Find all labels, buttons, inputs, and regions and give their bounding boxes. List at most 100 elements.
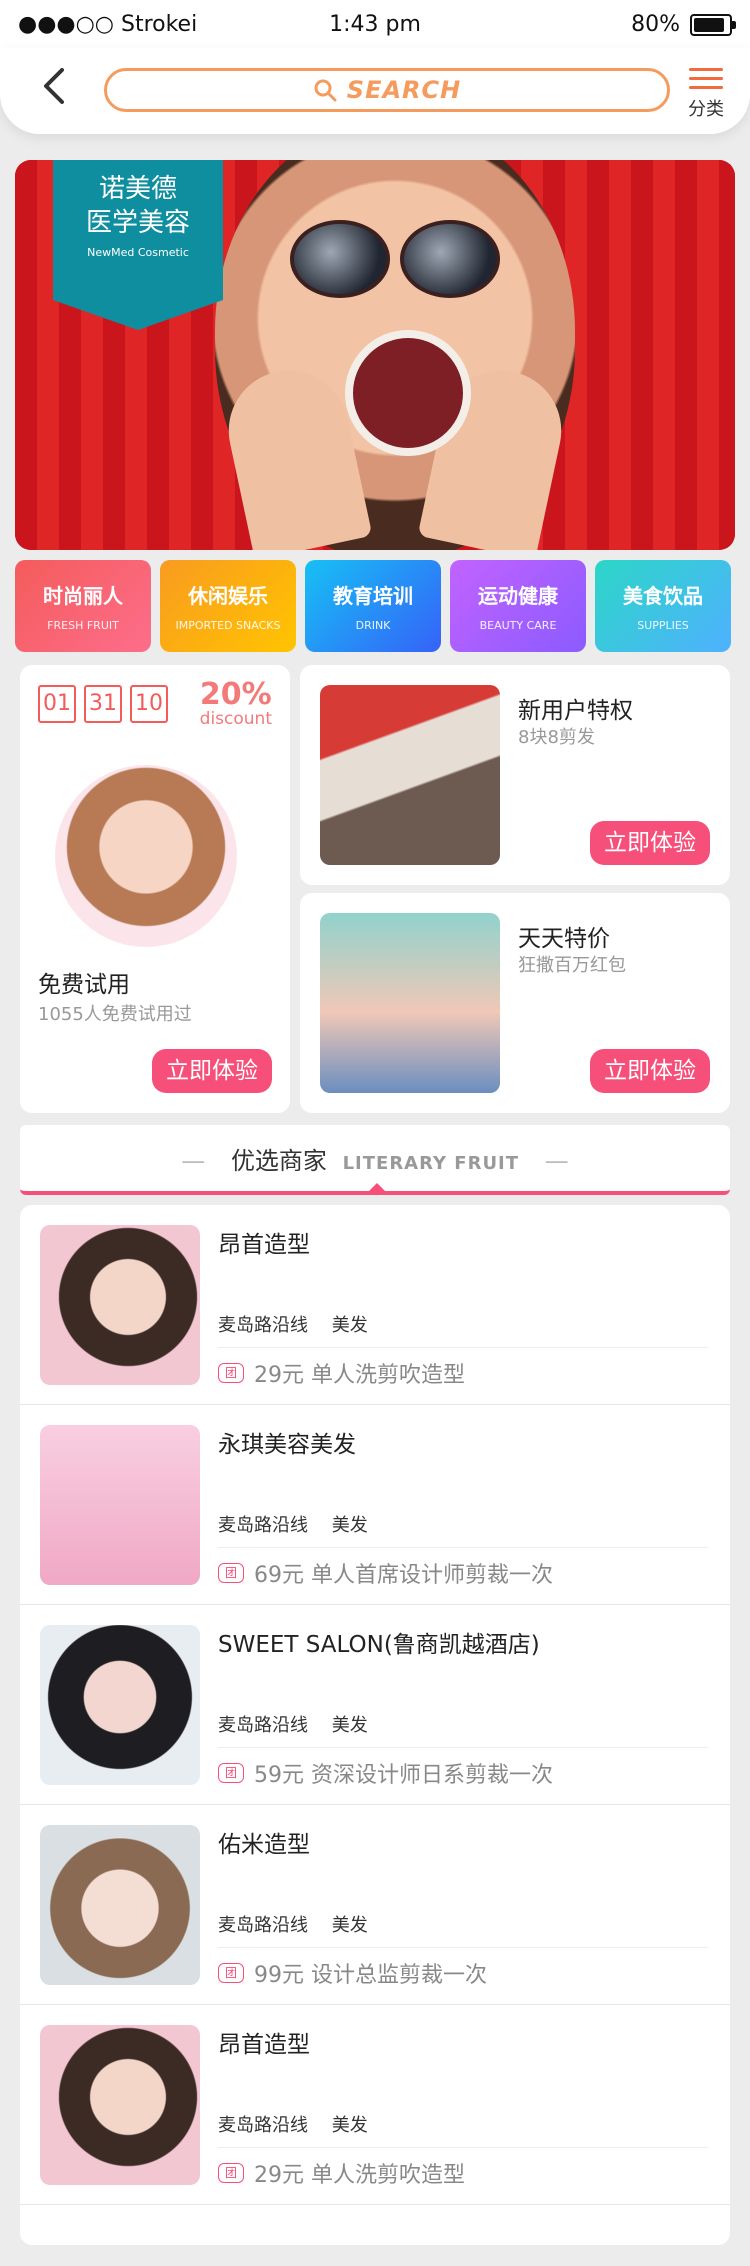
- merchant-area: 麦岛路沿线: [218, 1715, 308, 1736]
- category-subtitle: FRESH FRUIT: [47, 619, 119, 632]
- merchant-name: SWEET SALON(鲁商凯越酒店): [218, 1632, 540, 1658]
- category-fashion[interactable]: 时尚丽人 FRESH FRUIT: [15, 560, 151, 652]
- category-subtitle: SUPPLIES: [637, 619, 689, 632]
- search-placeholder: SEARCH: [346, 76, 462, 104]
- divider: [218, 1747, 708, 1748]
- countdown-seconds: 10: [130, 685, 168, 723]
- divider: [218, 1547, 708, 1548]
- trial-avatar: [55, 765, 237, 947]
- group-buy-icon: 团: [218, 1563, 244, 1583]
- offer-text: 69元 单人首席设计师剪裁一次: [254, 1563, 553, 1588]
- banner-mouth: [345, 330, 471, 456]
- merchant-tags: 麦岛路沿线 美发: [218, 1711, 386, 1737]
- hero-banner[interactable]: 诺美德 医学美容 NewMed Cosmetic: [15, 160, 735, 550]
- merchant-name: 昂首造型: [218, 2032, 310, 2058]
- discount-percent: 20%: [199, 677, 272, 712]
- category-button[interactable]: 分类: [676, 62, 736, 121]
- status-bar: ●●●○○ Strokei 1:43 pm 80%: [0, 0, 750, 48]
- offer-text: 59元 资深设计师日系剪裁一次: [254, 1763, 553, 1788]
- merchant-offer[interactable]: 团 69元 单人首席设计师剪裁一次: [218, 1557, 553, 1589]
- category-strip: 时尚丽人 FRESH FRUIT 休闲娱乐 IMPORTED SNACKS 教育…: [15, 560, 750, 655]
- category-title: 教育培训: [333, 584, 413, 608]
- merchant-photo: [40, 1825, 200, 1985]
- merchant-area: 麦岛路沿线: [218, 1515, 308, 1536]
- category-title: 美食饮品: [623, 584, 703, 608]
- merchant-type: 美发: [331, 1315, 368, 1336]
- merchant-item[interactable]: 永琪美容美发 麦岛路沿线 美发 团 69元 单人首席设计师剪裁一次: [20, 1405, 730, 1605]
- discount-label: 20% discount: [200, 679, 272, 728]
- banner-sunglasses: [290, 220, 500, 298]
- merchant-area: 麦岛路沿线: [218, 2115, 308, 2136]
- brand-name-cn: 诺美德 医学美容: [85, 174, 190, 238]
- merchant-tags: 麦岛路沿线 美发: [218, 1511, 386, 1537]
- offer-text: 29元 单人洗剪吹造型: [254, 2163, 465, 2188]
- daily-deal-card[interactable]: 天天特价 狂撒百万红包 立即体验: [300, 893, 730, 1113]
- merchant-offer[interactable]: 团 29元 单人洗剪吹造型: [218, 1357, 465, 1389]
- promo-button[interactable]: 立即体验: [590, 821, 710, 865]
- menu-icon: [689, 68, 723, 89]
- merchant-offer[interactable]: 团 29元 单人洗剪吹造型: [218, 2157, 465, 2189]
- category-label: 分类: [688, 99, 724, 120]
- countdown-minutes: 31: [84, 685, 122, 723]
- section-title: 优选商家: [230, 1147, 327, 1175]
- section-indicator: [369, 1183, 385, 1191]
- category-sports[interactable]: 运动健康 BEAUTY CARE: [450, 560, 586, 652]
- category-food[interactable]: 美食饮品 SUPPLIES: [595, 560, 731, 652]
- merchant-photo: [40, 1625, 200, 1785]
- merchant-name: 昂首造型: [218, 1232, 310, 1258]
- category-subtitle: BEAUTY CARE: [479, 619, 557, 632]
- back-icon[interactable]: [38, 66, 68, 106]
- group-buy-icon: 团: [218, 1363, 244, 1383]
- brand-name-en: NewMed Cosmetic: [87, 246, 189, 259]
- free-trial-card[interactable]: 01 31 10 20% discount 免费试用 1055人免费试用过 立即…: [20, 665, 290, 1113]
- group-buy-icon: 团: [218, 2163, 244, 2183]
- merchant-photo: [40, 1425, 200, 1585]
- countdown-timer: 01 31 10: [38, 685, 168, 723]
- trial-button[interactable]: 立即体验: [152, 1049, 272, 1093]
- merchant-offer[interactable]: 团 99元 设计总监剪裁一次: [218, 1957, 487, 1989]
- merchant-list: 昂首造型 麦岛路沿线 美发 团 29元 单人洗剪吹造型 永琪美容美发 麦岛路沿线…: [20, 1205, 730, 2245]
- merchant-name: 佑米造型: [218, 1832, 310, 1858]
- merchant-type: 美发: [331, 1915, 368, 1936]
- battery-status: 80%: [631, 12, 736, 37]
- promo-subtitle: 8块8剪发: [518, 727, 595, 748]
- merchant-item[interactable]: SWEET SALON(鲁商凯越酒店) 麦岛路沿线 美发 团 59元 资深设计师…: [20, 1605, 730, 1805]
- group-buy-icon: 团: [218, 1963, 244, 1983]
- countdown-hours: 01: [38, 685, 76, 723]
- divider: —: [544, 1147, 569, 1175]
- promo-button[interactable]: 立即体验: [590, 1049, 710, 1093]
- top-bar: SEARCH 分类: [0, 48, 750, 134]
- merchant-type: 美发: [331, 2115, 368, 2136]
- divider: [218, 1347, 708, 1348]
- merchant-name: 永琪美容美发: [218, 1432, 356, 1458]
- merchant-tags: 麦岛路沿线 美发: [218, 1911, 386, 1937]
- merchant-type: 美发: [331, 1515, 368, 1536]
- merchant-tags: 麦岛路沿线 美发: [218, 2111, 386, 2137]
- merchant-item[interactable]: 昂首造型 麦岛路沿线 美发 团 29元 单人洗剪吹造型: [20, 2005, 730, 2205]
- divider: [218, 2147, 708, 2148]
- merchant-photo: [40, 1225, 200, 1385]
- promo-title: 天天特价: [518, 926, 610, 952]
- promo-photo: [320, 685, 500, 865]
- merchant-type: 美发: [331, 1715, 368, 1736]
- group-buy-icon: 团: [218, 1763, 244, 1783]
- merchant-item[interactable]: 佑米造型 麦岛路沿线 美发 团 99元 设计总监剪裁一次: [20, 1805, 730, 2005]
- merchant-area: 麦岛路沿线: [218, 1915, 308, 1936]
- category-leisure[interactable]: 休闲娱乐 IMPORTED SNACKS: [160, 560, 296, 652]
- battery-percent: 80%: [631, 12, 680, 37]
- search-icon: [314, 79, 337, 102]
- merchant-item[interactable]: 昂首造型 麦岛路沿线 美发 团 29元 单人洗剪吹造型: [20, 1205, 730, 1405]
- section-title-en: LITERARY FRUIT: [342, 1153, 520, 1174]
- divider: [218, 1947, 708, 1948]
- merchant-area: 麦岛路沿线: [218, 1315, 308, 1336]
- category-title: 休闲娱乐: [188, 584, 268, 608]
- new-user-card[interactable]: 新用户特权 8块8剪发 立即体验: [300, 665, 730, 885]
- merchant-tags: 麦岛路沿线 美发: [218, 1311, 386, 1337]
- offer-text: 99元 设计总监剪裁一次: [254, 1963, 487, 1988]
- category-education[interactable]: 教育培训 DRINK: [305, 560, 441, 652]
- search-input[interactable]: SEARCH: [104, 68, 670, 112]
- category-title: 运动健康: [478, 584, 558, 608]
- trial-title: 免费试用: [38, 972, 130, 998]
- merchant-offer[interactable]: 团 59元 资深设计师日系剪裁一次: [218, 1757, 553, 1789]
- merchant-photo: [40, 2025, 200, 2185]
